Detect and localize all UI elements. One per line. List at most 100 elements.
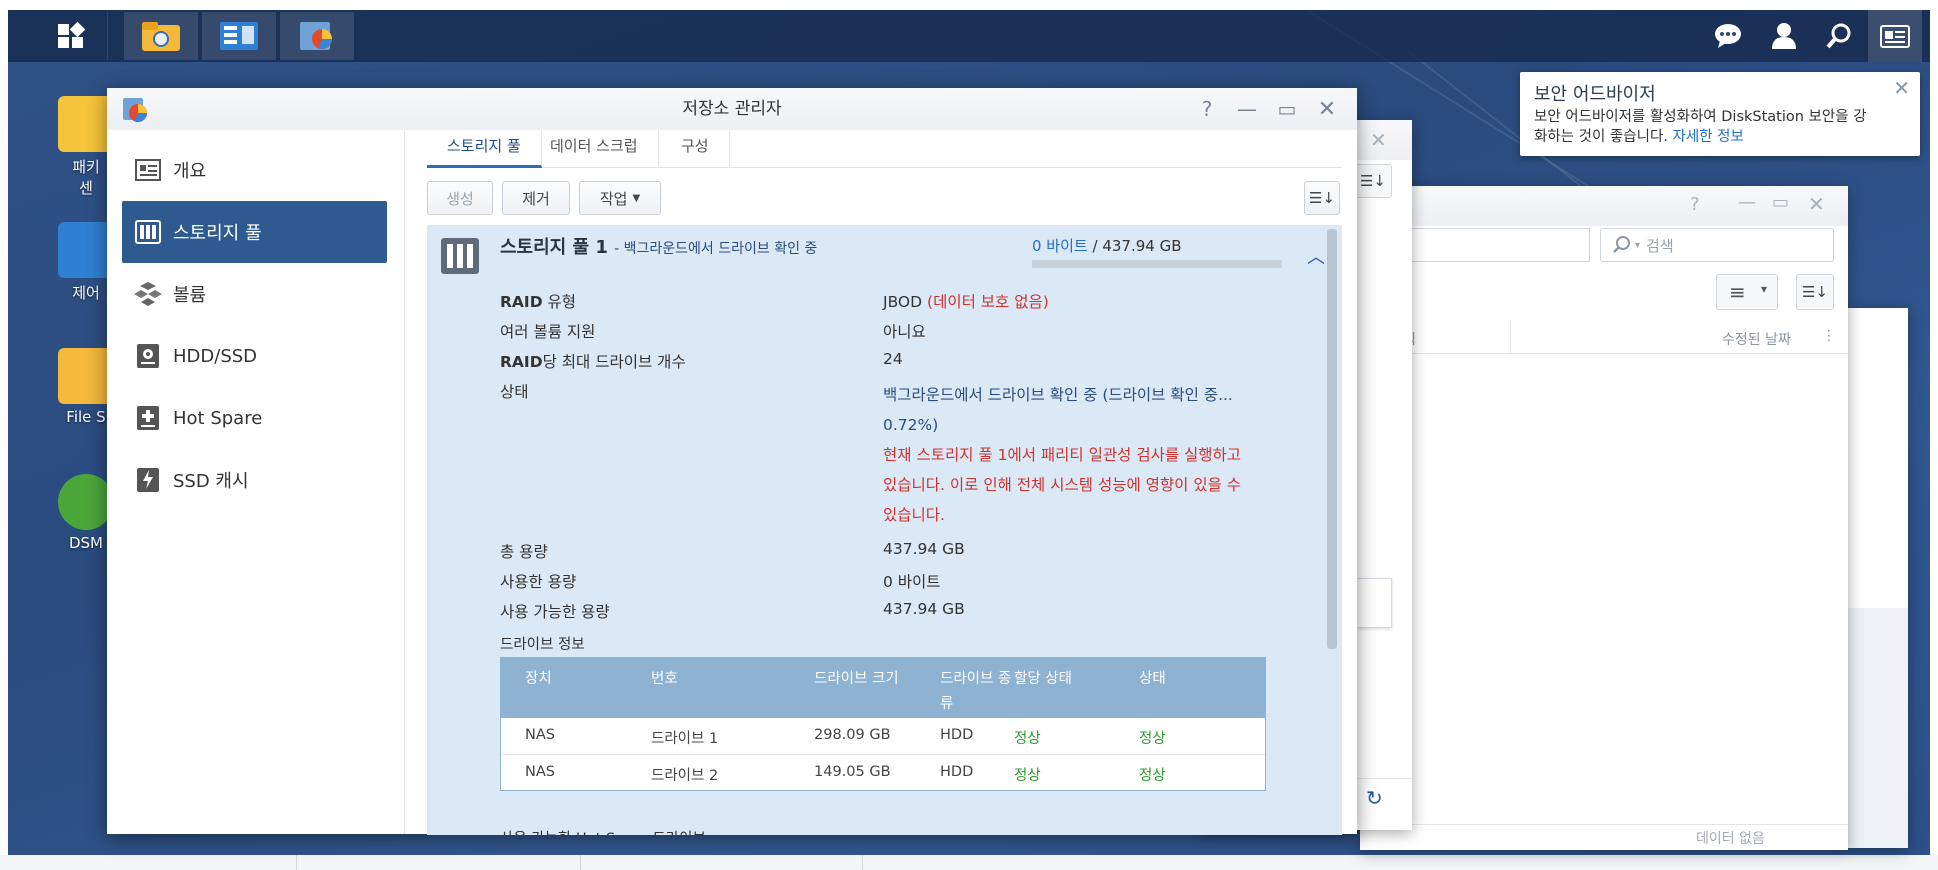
max-drives-label: RAID당 최대 드라이브 개수 [500,353,686,371]
storage-pool-icon [134,218,162,246]
hot-spare-icon [134,404,162,432]
tab-data-scrub[interactable]: 데이터 스크럽 [530,130,659,168]
multi-volume-value: 아니요 [883,323,926,341]
pool-title: 스토리지 풀 1 - 백그라운드에서 드라이브 확인 중 [500,233,817,259]
available-capacity-value: 437.94 GB [883,600,965,618]
overview-icon [134,156,162,184]
security-advisor-notification[interactable]: 보안 어드바이저 ✕ 보안 어드바이저를 활성화하여 DiskStation 보… [1520,72,1920,156]
ssd-cache-icon [134,466,162,494]
cell-size: 298.09 GB [814,727,891,743]
storage-pool-panel: 스토리지 풀 1 - 백그라운드에서 드라이브 확인 중 0 바이트 / 437… [427,225,1342,835]
multi-volume-label: 여러 볼륨 지원 [500,323,596,341]
maximize-icon: ▭ [1277,97,1297,121]
column-header-allocation: 할당 상태 [1014,671,1072,687]
minimize-button[interactable]: — [1227,88,1267,130]
background-window-far [1848,308,1908,848]
parity-warning-line: 있습니다. [883,506,945,524]
remove-button[interactable]: 제거 [502,181,570,215]
cell-number: 드라이브 1 [651,731,719,747]
tab-config[interactable]: 구성 [661,130,730,168]
sidebar-item-hot-spare[interactable]: Hot Spare [122,387,387,449]
sort-icon: ☰↓ [1308,189,1335,207]
notification-button[interactable] [1701,10,1755,62]
tab-storage-pool[interactable]: 스토리지 풀 [427,130,542,168]
help-icon: ? [1201,97,1213,121]
chevron-down-icon: ▼ [632,192,641,204]
title-bar: ? — ▭ ✕ [1360,186,1848,226]
desktop-icon-label: DSM [68,534,103,552]
storage-manager-icon [123,98,147,122]
used-capacity-label: 사용한 용량 [500,573,577,591]
column-header-modified[interactable]: 수정된 날짜 [1722,329,1791,349]
close-icon[interactable]: ✕ [1808,192,1825,216]
widgets-button[interactable] [1868,10,1922,62]
maximize-button[interactable]: ▭ [1267,88,1307,130]
user-button[interactable] [1757,10,1811,62]
help-icon [58,474,114,530]
search-field[interactable]: ▾ 검색 [1600,228,1834,262]
file-list-header: 파일 형식 수정된 날짜 ⋮ [1360,320,1848,354]
close-button[interactable]: ✕ [1307,88,1347,130]
table-row[interactable]: NAS 드라이브 1 298.09 GB HDD 정상 정상 [501,718,1265,754]
search-button[interactable] [1812,10,1866,62]
drive-table-header: 장치 번호 드라이브 크기 드라이브 종 류 할당 상태 상태 [501,658,1265,718]
total-capacity-label: 총 용량 [500,543,548,561]
divider [1510,320,1511,354]
help-button[interactable]: ? [1187,88,1227,130]
sidebar-item-overview[interactable]: 개요 [122,139,387,201]
sidebar: 개요 스토리지 풀 볼륨 HDD/SSD Hot Spare SSD 캐시 [107,130,405,834]
user-icon [1772,23,1796,49]
desktop-icon-label: 패키 센 [72,158,100,197]
divider [862,855,863,870]
create-button[interactable]: 생성 [427,181,493,215]
storage-manager-window: 저장소 관리자 ? — ▭ ✕ 개요 스토리지 풀 볼륨 HDD/SSD Hot… [107,88,1357,835]
sidebar-item-hdd-ssd[interactable]: HDD/SSD [122,325,387,387]
sidebar-item-storage-pool[interactable]: 스토리지 풀 [122,201,387,263]
package-icon [58,96,114,152]
used-capacity-value: 0 바이트 [883,573,941,591]
total-capacity-value: 437.94 GB [883,540,965,558]
parity-warning-line: 현재 스토리지 풀 1에서 패리티 일관성 검사를 실행하고 [883,446,1242,464]
view-toggle-button[interactable]: ≡ ▾ [1716,274,1778,310]
raid-type-value: JBOD (데이터 보호 없음) [883,290,1049,312]
action-dropdown[interactable]: 작업 ▼ [579,181,661,215]
sort-button[interactable]: ☰↓ [1796,274,1834,310]
button-label: 작업 [599,189,628,208]
window-title: 저장소 관리자 [682,99,782,119]
cell-allocation: 정상 [1014,731,1041,747]
widgets-icon [1880,25,1910,48]
sort-icon: ☰↓ [1801,283,1828,301]
collapse-button[interactable]: ︿ [1307,243,1325,269]
more-icon[interactable]: ⋮ [1822,328,1836,344]
search-placeholder: 검색 [1646,236,1674,255]
taskbar-storage-manager[interactable] [280,12,354,60]
minimize-icon[interactable]: — [1738,192,1756,213]
close-icon[interactable]: ✕ [1370,128,1387,152]
cell-device: NAS [525,764,555,780]
close-icon[interactable]: ✕ [1893,76,1910,100]
status-progress: 0.72%) [883,416,939,434]
advisor-body-line: 화하는 것이 좋습니다. [1534,129,1668,145]
tab-label: 스토리지 풀 [447,137,521,155]
raid-type-label: RAID 유형 [500,293,577,311]
capacity-text: 0 바이트 / 437.94 GB [1032,235,1182,256]
taskbar-file-station[interactable] [124,12,198,60]
sidebar-item-label: 볼륨 [173,285,207,306]
maximize-icon[interactable]: ▭ [1772,192,1789,213]
sidebar-item-ssd-cache[interactable]: SSD 캐시 [122,449,387,511]
sort-button[interactable]: ☰↓ [1304,181,1340,215]
main-content: 스토리지 풀 데이터 스크럽 구성 생성 제거 작업 ▼ ☰↓ 스토리지 풀 1 … [427,130,1347,835]
taskbar-control-panel[interactable] [202,12,276,60]
scrollbar[interactable] [1327,229,1337,649]
main-menu-button[interactable] [34,12,108,60]
tab-bar: 스토리지 풀 데이터 스크럽 구성 [427,130,1342,168]
refresh-icon[interactable]: ↻ [1366,786,1383,810]
search-icon [1826,23,1851,49]
table-row[interactable]: NAS 드라이브 2 149.05 GB HDD 정상 정상 [501,754,1265,790]
status-bar: 데이터 없음 [1360,826,1848,850]
sort-button[interactable]: ☰↓ [1354,164,1392,198]
sidebar-item-label: 개요 [173,161,207,182]
more-info-link[interactable]: 자세한 정보 [1673,129,1744,145]
help-icon[interactable]: ? [1690,194,1700,215]
sidebar-item-volume[interactable]: 볼륨 [122,263,387,325]
